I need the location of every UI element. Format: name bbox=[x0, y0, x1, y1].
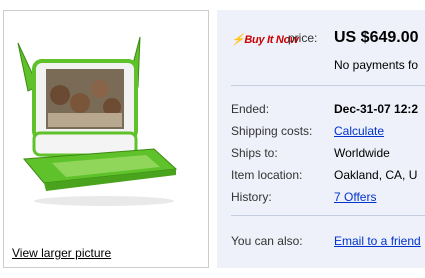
divider bbox=[231, 215, 425, 216]
ships-to-label: Ships to: bbox=[231, 146, 278, 160]
shipping-label: Shipping costs: bbox=[231, 124, 313, 138]
buy-it-now-icon: ⚡ bbox=[231, 34, 245, 46]
payment-note: No payments fo bbox=[334, 58, 419, 72]
history-label: History: bbox=[231, 190, 272, 204]
ships-to-value: Worldwide bbox=[334, 146, 390, 160]
location-label: Item location: bbox=[231, 168, 303, 182]
product-photo-panel: View larger picture bbox=[3, 10, 209, 268]
listing-details-panel: ⚡Buy It Now price: US $649.00 No payment… bbox=[217, 10, 425, 268]
also-label: You can also: bbox=[231, 234, 303, 248]
view-larger-picture-link[interactable]: View larger picture bbox=[12, 246, 111, 260]
shipping-calculate-link[interactable]: Calculate bbox=[334, 124, 384, 138]
price-label: price: bbox=[288, 31, 318, 45]
location-value: Oakland, CA, U bbox=[334, 168, 418, 182]
ended-value: Dec-31-07 12:2 bbox=[334, 102, 419, 116]
ended-label: Ended: bbox=[231, 102, 270, 116]
history-offers-link[interactable]: 7 Offers bbox=[334, 190, 376, 204]
price-value: US $649.00 bbox=[334, 29, 419, 46]
divider bbox=[231, 85, 425, 86]
laptop-photo[interactable] bbox=[4, 31, 208, 231]
email-friend-link[interactable]: Email to a friend bbox=[334, 234, 421, 248]
